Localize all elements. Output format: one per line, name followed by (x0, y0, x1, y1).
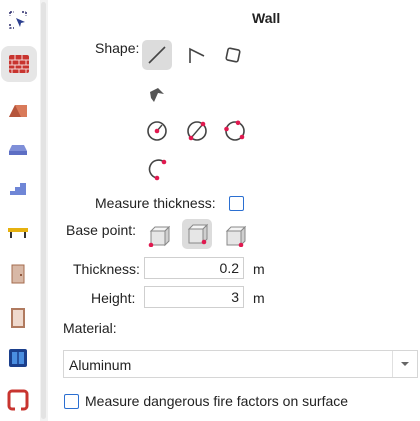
tool-sidebar (0, 0, 38, 421)
arc-icon (148, 159, 167, 181)
roof-tool-button[interactable] (0, 92, 36, 128)
polyline-icon (189, 47, 205, 63)
cursor-select-icon (9, 11, 27, 29)
roof-icon (9, 105, 27, 117)
shape-fill-button[interactable] (142, 80, 172, 110)
beam-icon (8, 228, 28, 238)
cube-left-point-icon (148, 225, 170, 247)
measure-thickness-label: Measure thickness: (95, 195, 216, 211)
cube-right-point-icon (225, 225, 246, 247)
circle-diameter-icon (187, 121, 207, 141)
window-icon (9, 349, 27, 367)
door-tool-button[interactable] (0, 256, 36, 292)
thickness-label: Thickness: (73, 261, 140, 277)
cube-center-point-icon (187, 223, 208, 245)
wall-tool-button[interactable] (1, 46, 37, 82)
shape-polyline-button[interactable] (182, 40, 212, 70)
select-tool-button[interactable] (0, 2, 36, 38)
base-point-center-button[interactable] (182, 219, 212, 249)
shape-circle-center-button[interactable] (142, 116, 172, 146)
height-unit: m (253, 290, 265, 306)
thickness-input[interactable]: 0.2 (144, 257, 244, 279)
material-select[interactable]: Aluminum (63, 350, 418, 378)
door-icon (11, 264, 25, 284)
shape-circle-3point-button[interactable] (220, 116, 250, 146)
circle-three-point-icon (224, 120, 245, 141)
shape-label: Shape: (95, 40, 140, 56)
base-point-left-button[interactable] (144, 221, 174, 251)
sidebar-scrollbar[interactable] (40, 0, 48, 421)
straight-line-icon (148, 46, 166, 64)
height-label: Height: (91, 290, 136, 306)
filled-arrow-shape-icon (150, 88, 164, 102)
shape-rectangle-button[interactable] (218, 40, 248, 70)
opening-tool-button[interactable] (0, 382, 36, 418)
opening-icon (7, 389, 29, 411)
material-value: Aluminum (69, 357, 132, 373)
thickness-unit: m (253, 261, 265, 277)
shape-arc-button[interactable] (142, 154, 172, 184)
fire-factors-checkbox[interactable] (64, 394, 79, 409)
slab-tool-button[interactable] (0, 130, 36, 166)
rotated-square-icon (225, 47, 241, 63)
beam-tool-button[interactable] (0, 214, 36, 250)
measure-thickness-checkbox[interactable] (229, 196, 244, 211)
scrollbar-thumb[interactable] (41, 2, 46, 419)
panel-title: Wall (252, 10, 281, 26)
shape-circle-diameter-button[interactable] (182, 116, 212, 146)
shape-line-button[interactable] (142, 40, 172, 70)
door-frame-icon (11, 308, 25, 328)
slab-icon (9, 145, 27, 155)
base-point-right-button[interactable] (220, 221, 250, 251)
wall-properties-panel: Wall Shape: Measure thickness: Base poin… (48, 0, 420, 421)
circle-center-radius-icon (147, 121, 167, 141)
door-frame-tool-button[interactable] (0, 300, 36, 336)
height-input[interactable]: 3 (144, 286, 244, 308)
fire-factors-label: Measure dangerous fire factors on surfac… (85, 393, 349, 409)
material-label: Material: (63, 320, 117, 336)
chevron-down-icon[interactable] (392, 351, 417, 377)
stairs-tool-button[interactable] (0, 170, 36, 206)
brick-wall-icon (9, 55, 29, 73)
base-point-label: Base point: (66, 222, 137, 238)
window-tool-button[interactable] (0, 340, 36, 376)
stairs-icon (10, 183, 26, 195)
